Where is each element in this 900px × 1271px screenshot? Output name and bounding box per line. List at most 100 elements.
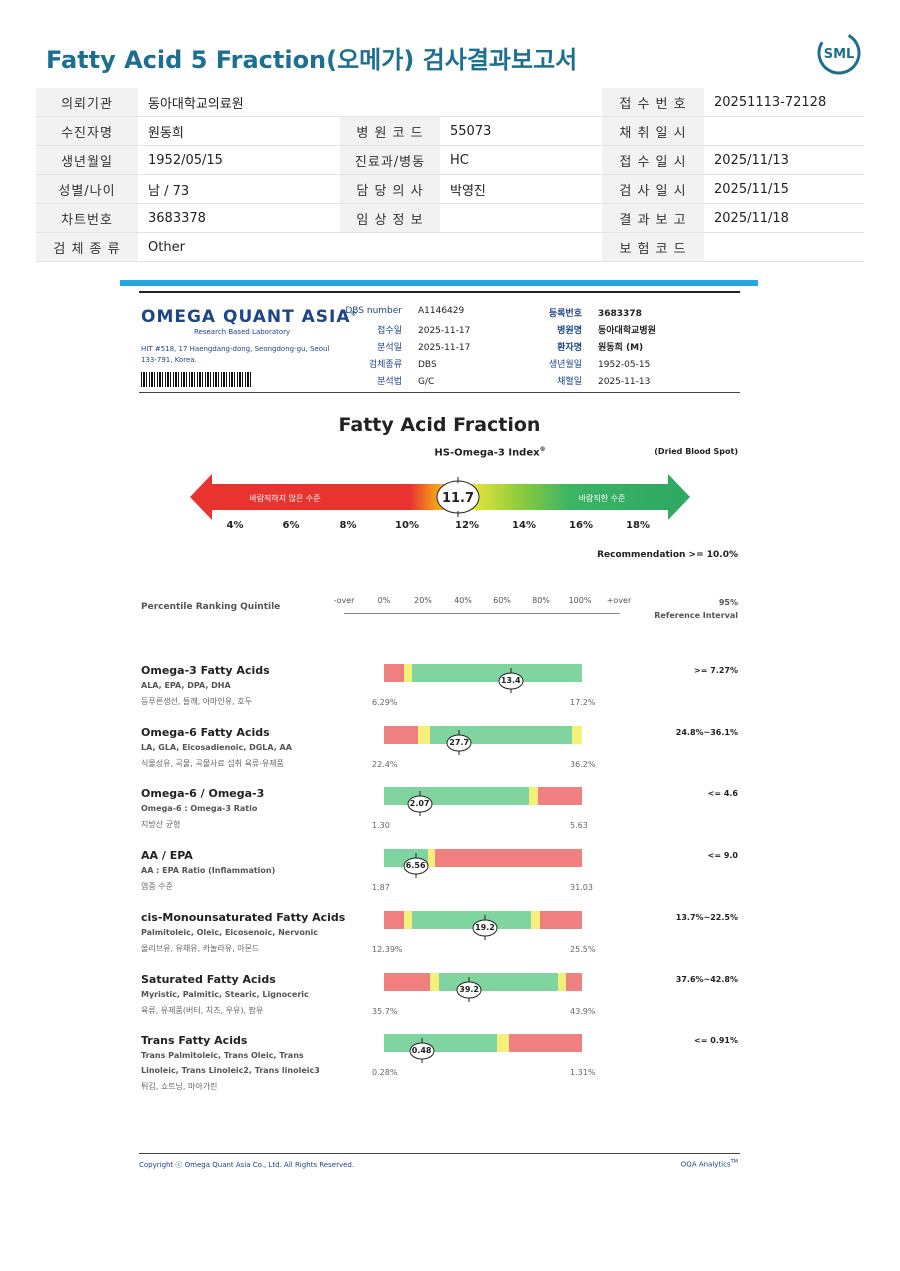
meta-value: G/C bbox=[418, 377, 435, 387]
info-value: Other bbox=[138, 232, 340, 262]
result-title: AA / EPA bbox=[141, 849, 193, 863]
info-label: 접 수 번 호 bbox=[602, 88, 704, 117]
gauge-tick-label: 8% bbox=[339, 520, 357, 531]
meta-row: 환자명 원동희 (M) bbox=[520, 340, 643, 353]
bar-segment-yellow bbox=[417, 725, 430, 744]
info-value: 남 / 73 bbox=[138, 174, 340, 204]
bar-segment-yellow bbox=[429, 972, 440, 991]
info-label: 담 당 의 사 bbox=[340, 174, 440, 204]
meta-label: DBS number bbox=[345, 306, 402, 316]
result-bar bbox=[384, 972, 582, 991]
bar-segment-red bbox=[540, 910, 582, 929]
result-title: Omega-6 / Omega-3 bbox=[141, 787, 265, 801]
report-title: Fatty Acid 5 Fraction(오메가) 검사결과보고서 bbox=[46, 46, 578, 74]
percentile-scale-label: 100% bbox=[568, 596, 592, 605]
result-components: Omega-6 : Omega-3 Ratio bbox=[141, 804, 258, 814]
result-reference: <= 9.0 bbox=[707, 851, 738, 861]
omega3-index-gauge: 바람직하지 않은 수준 바람직한 수준 11.7 bbox=[190, 474, 690, 520]
info-row: 생년월일 1952/05/15 진료과/병동 HC 접 수 일 시 2025/11/13 bbox=[36, 145, 864, 175]
result-components: Myristic, Palmitic, Stearic, Lignoceric bbox=[141, 989, 309, 999]
meta-row: 검체종류 DBS bbox=[330, 357, 437, 370]
info-row: 차트번호 3683378 임 상 정 보 결 과 보 고 2025/11/18 bbox=[36, 203, 864, 233]
meta-label: 채혈일 bbox=[557, 377, 582, 387]
info-label: 수진자명 bbox=[36, 116, 138, 146]
bar-segment-red bbox=[384, 972, 430, 991]
info-value bbox=[440, 203, 602, 233]
info-value bbox=[704, 116, 864, 146]
info-label: 임 상 정 보 bbox=[340, 203, 440, 233]
fraction-title: Fatty Acid Fraction bbox=[338, 414, 541, 436]
gauge-value-marker: 11.7 bbox=[436, 477, 480, 517]
bar-segment-red bbox=[384, 725, 418, 744]
result-min: 1.30 bbox=[372, 821, 390, 831]
bar-segment-yellow bbox=[403, 664, 412, 682]
result-food-sources: 지방산 균형 bbox=[141, 820, 181, 830]
percentile-scale-line bbox=[344, 613, 620, 614]
meta-value: DBS bbox=[418, 360, 437, 370]
info-value: 2025/11/13 bbox=[704, 145, 864, 175]
result-reference: 13.7%~22.5% bbox=[675, 912, 738, 922]
bar-segment-red bbox=[384, 910, 404, 929]
meta-value: 1952-05-15 bbox=[598, 360, 651, 370]
info-value bbox=[440, 88, 602, 117]
result-components: LA, GLA, Eicosadienoic, DGLA, AA bbox=[141, 742, 292, 752]
info-row: 수진자명 원동희 병 원 코 드 55073 채 취 일 시 bbox=[36, 116, 864, 146]
info-row: 검 체 종 류 Other 보 험 코 드 bbox=[36, 232, 864, 262]
meta-row: 생년월일 1952-05-15 bbox=[520, 357, 650, 370]
info-value: 동아대학교의료원 bbox=[138, 88, 340, 117]
percentile-scale-label: 20% bbox=[414, 596, 432, 605]
gauge-tick-label: 14% bbox=[512, 520, 536, 531]
result-bar bbox=[384, 725, 582, 744]
gauge-tick-label: 18% bbox=[626, 520, 650, 531]
info-label: 검 체 종 류 bbox=[36, 232, 138, 262]
oqa-analytics: OQA AnalyticsTM bbox=[680, 1159, 738, 1169]
bar-segment-yellow bbox=[496, 1034, 509, 1053]
info-label: 검 사 일 시 bbox=[602, 174, 704, 204]
sml-logo-text: SML bbox=[824, 47, 855, 62]
percentile-scale-label: 40% bbox=[454, 596, 472, 605]
oqa-logo: OMEGA QUANT ASIA® bbox=[141, 307, 358, 327]
result-value: 19.2 bbox=[475, 922, 495, 932]
result-reference: 37.6%~42.8% bbox=[675, 974, 738, 984]
meta-row: 분석일 2025-11-17 bbox=[330, 340, 470, 353]
bar-segment-yellow bbox=[558, 972, 567, 991]
info-value: HC bbox=[440, 145, 602, 175]
sml-logo-icon: SML bbox=[817, 31, 861, 75]
gauge-value: 11.7 bbox=[442, 491, 474, 506]
result-value: 0.48 bbox=[411, 1046, 432, 1056]
result-title: Trans Fatty Acids bbox=[141, 1034, 248, 1048]
result-food-sources: 염증 수준 bbox=[141, 882, 173, 892]
info-value: 55073 bbox=[440, 116, 602, 146]
meta-value: A1146429 bbox=[418, 306, 465, 316]
bar-segment-red bbox=[435, 849, 582, 868]
result-reference: 24.8%~36.1% bbox=[675, 727, 738, 737]
percentile-scale-label: 60% bbox=[493, 596, 511, 605]
meta-value: 2025-11-13 bbox=[598, 377, 651, 387]
percentile-scale-label: 80% bbox=[532, 596, 550, 605]
recommendation: Recommendation >= 10.0% bbox=[597, 550, 738, 560]
meta-row: 채혈일 2025-11-13 bbox=[520, 374, 650, 387]
meta-label: 분석일 bbox=[377, 343, 402, 353]
copyright: Copyright ⓒ Omega Quant Asia Co., Ltd. A… bbox=[139, 1161, 355, 1169]
result-title: Omega-3 Fatty Acids bbox=[141, 664, 270, 677]
info-label: 차트번호 bbox=[36, 203, 138, 233]
footer-rule bbox=[139, 1153, 740, 1154]
result-reference: <= 0.91% bbox=[694, 1036, 738, 1046]
gauge-good-label: 바람직한 수준 bbox=[579, 493, 626, 503]
bar-segment-red bbox=[384, 664, 404, 682]
gauge-tick-label: 10% bbox=[395, 520, 419, 531]
result-max: 25.5% bbox=[570, 944, 596, 954]
bar-segment-yellow bbox=[528, 787, 539, 806]
meta-value: 3683378 bbox=[598, 309, 642, 319]
gauge-tick-label: 6% bbox=[282, 520, 300, 531]
info-value: 3683378 bbox=[138, 203, 340, 233]
meta-row: DBS number A1146429 bbox=[330, 306, 464, 316]
result-max: 17.2% bbox=[570, 698, 596, 707]
gauge-tick-label: 12% bbox=[455, 520, 479, 531]
result-title: Saturated Fatty Acids bbox=[141, 972, 276, 986]
result-reference: <= 4.6 bbox=[707, 789, 738, 799]
result-value: 39.2 bbox=[459, 984, 479, 994]
result-components: AA : EPA Ratio (Inflammation) bbox=[141, 866, 276, 876]
meta-label: 환자명 bbox=[557, 343, 582, 353]
info-label: 결 과 보 고 bbox=[602, 203, 704, 233]
